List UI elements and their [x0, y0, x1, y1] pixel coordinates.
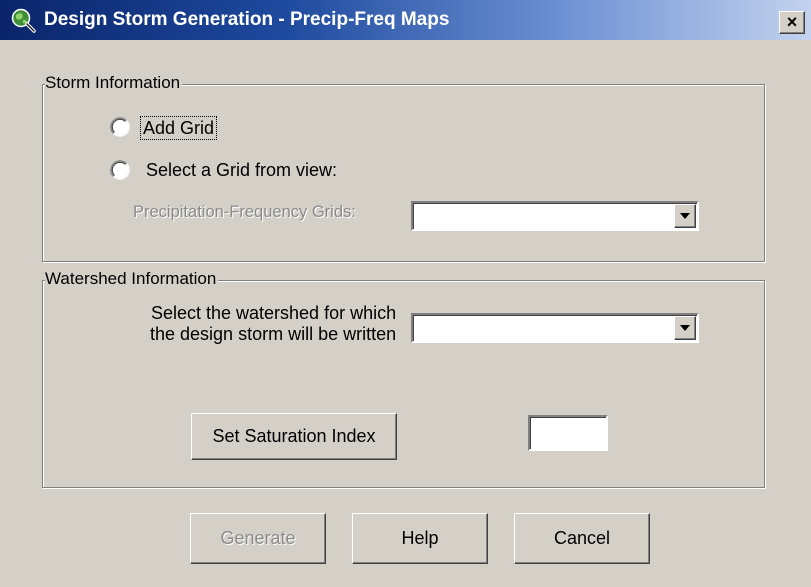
select-grid-label[interactable]: Select a Grid from view: — [146, 159, 337, 181]
select-grid-radio[interactable] — [110, 160, 130, 180]
help-button[interactable]: Help — [352, 513, 488, 564]
title-bar[interactable]: Design Storm Generation - Precip-Freq Ma… — [0, 0, 811, 40]
precip-freq-grids-dropdown[interactable] — [411, 201, 699, 231]
add-grid-label[interactable]: Add Grid — [140, 116, 218, 140]
generate-button[interactable]: Generate — [190, 513, 326, 564]
watershed-select-label-line2: the design storm will be written — [150, 324, 397, 344]
set-saturation-index-button[interactable]: Set Saturation Index — [191, 413, 397, 460]
window-title: Design Storm Generation - Precip-Freq Ma… — [44, 9, 450, 30]
watershed-select-label: Select the watershed for which the desig… — [150, 303, 396, 345]
chevron-down-icon[interactable] — [674, 316, 696, 340]
close-button[interactable]: × — [779, 11, 805, 34]
storm-information-legend: Storm Information — [45, 73, 183, 93]
globe-magnifier-icon — [11, 8, 36, 33]
cancel-button[interactable]: Cancel — [514, 513, 650, 564]
precip-freq-grids-label: Precipitation-Frequency Grids: — [133, 203, 356, 221]
design-storm-dialog: Design Storm Generation - Precip-Freq Ma… — [0, 0, 811, 587]
add-grid-radio[interactable] — [110, 117, 130, 137]
watershed-dropdown[interactable] — [411, 313, 699, 343]
saturation-index-input[interactable] — [528, 415, 608, 451]
watershed-select-label-line1: Select the watershed for which — [150, 303, 397, 323]
watershed-information-legend: Watershed Information — [45, 269, 219, 289]
chevron-down-icon[interactable] — [674, 204, 696, 228]
